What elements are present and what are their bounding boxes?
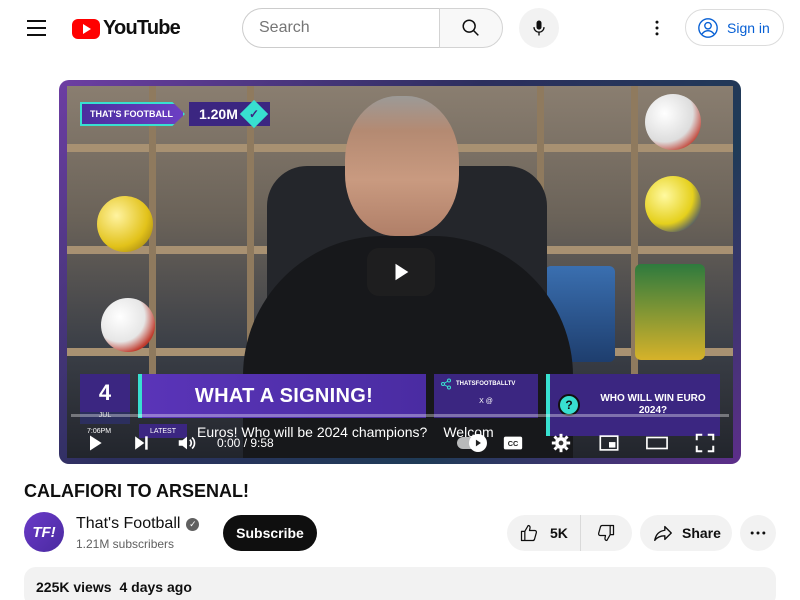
search-button[interactable]	[439, 8, 503, 48]
time-display: 0:00 / 9:58	[217, 430, 274, 456]
time-current: 0:00	[217, 436, 241, 450]
svg-text:CC: CC	[508, 439, 519, 448]
masthead: YouTube Sign in	[0, 0, 800, 56]
like-dislike-group: 5K	[507, 515, 632, 551]
miniplayer-button[interactable]	[591, 428, 627, 458]
verified-badge-icon: ✓	[186, 517, 200, 531]
time-separator: /	[240, 436, 251, 450]
logo-text: YouTube	[103, 17, 181, 39]
play-button[interactable]	[77, 428, 113, 458]
player-controls: 0:00 / 9:58 CC	[59, 422, 741, 464]
account-icon	[698, 17, 718, 38]
video-player[interactable]: THAT'S FOOTBALL 1.20M ✓ 4 JUL WHAT A SIG…	[59, 80, 741, 464]
thumbs-down-icon	[597, 524, 615, 542]
hamburger-icon	[26, 20, 46, 22]
youtube-logo[interactable]: YouTube	[72, 17, 181, 40]
settings-menu-button[interactable]	[637, 8, 677, 48]
subscriber-badge: 1.20M ✓	[188, 99, 270, 129]
subtitles-button[interactable]: CC	[495, 428, 531, 458]
channel-avatar[interactable]: TF!	[24, 512, 64, 552]
share-nodes-icon	[441, 378, 451, 390]
social-icons: X @	[479, 398, 493, 405]
play-icon	[395, 263, 409, 281]
voice-search-button[interactable]	[519, 8, 559, 48]
video-title: CALAFIORI TO ARSENAL!	[24, 481, 249, 501]
youtube-play-icon	[72, 18, 100, 39]
skip-next-icon	[135, 436, 148, 450]
like-count: 5K	[550, 525, 568, 541]
mute-button[interactable]	[169, 428, 205, 458]
theater-mode-icon	[646, 436, 668, 450]
guide-menu-button[interactable]	[16, 8, 56, 48]
share-arrow-icon	[654, 525, 672, 542]
autoplay-toggle[interactable]	[453, 428, 489, 458]
brand-badge: THAT'S FOOTBALL	[80, 102, 185, 126]
microphone-icon	[533, 20, 545, 36]
fullscreen-button[interactable]	[687, 428, 723, 458]
closed-captions-icon: CC	[503, 436, 523, 450]
next-button[interactable]	[123, 428, 159, 458]
check-icon: ✓	[239, 99, 269, 129]
subscribe-button[interactable]: Subscribe	[223, 515, 317, 551]
large-play-button[interactable]	[367, 248, 435, 296]
search-input[interactable]	[242, 8, 440, 48]
social-panel: THATSFOOTBALLTV X @	[434, 374, 538, 418]
channel-name: That's Football	[76, 515, 181, 532]
more-vertical-icon	[655, 20, 659, 36]
theater-mode-button[interactable]	[639, 428, 675, 458]
more-horizontal-icon	[750, 531, 766, 535]
subscriber-count: 1.21M subscribers	[76, 537, 175, 551]
fullscreen-icon	[695, 433, 715, 453]
thumbs-up-icon	[520, 524, 538, 542]
progress-bar[interactable]	[71, 414, 729, 417]
date-day: 4	[80, 374, 130, 412]
play-icon	[90, 435, 102, 451]
autoplay-icon	[469, 434, 487, 452]
view-count: 225K views	[36, 579, 112, 595]
share-label: Share	[682, 525, 721, 541]
headline-banner: WHAT A SIGNING!	[138, 374, 426, 418]
settings-button[interactable]	[543, 428, 579, 458]
time-total: 9:58	[250, 436, 274, 450]
share-button[interactable]: Share	[640, 515, 732, 551]
more-actions-button[interactable]	[740, 515, 776, 551]
gear-icon	[551, 433, 571, 453]
channel-name-link[interactable]: That's Football ✓	[76, 515, 200, 533]
sign-in-button[interactable]: Sign in	[685, 9, 784, 46]
question-icon: ?	[558, 394, 580, 416]
miniplayer-icon	[599, 435, 619, 451]
social-handle: THATSFOOTBALLTV	[456, 381, 516, 387]
channel-watermark: THAT'S FOOTBALL 1.20M ✓	[80, 99, 270, 129]
sign-in-label: Sign in	[727, 19, 770, 36]
subscriber-badge-count: 1.20M	[198, 106, 238, 122]
description-box[interactable]: 225K views 4 days ago	[24, 567, 776, 600]
search-icon	[462, 19, 479, 36]
dislike-button[interactable]	[581, 515, 631, 551]
like-button[interactable]: 5K	[507, 515, 581, 551]
volume-icon	[178, 436, 196, 450]
upload-age: 4 days ago	[119, 579, 192, 595]
